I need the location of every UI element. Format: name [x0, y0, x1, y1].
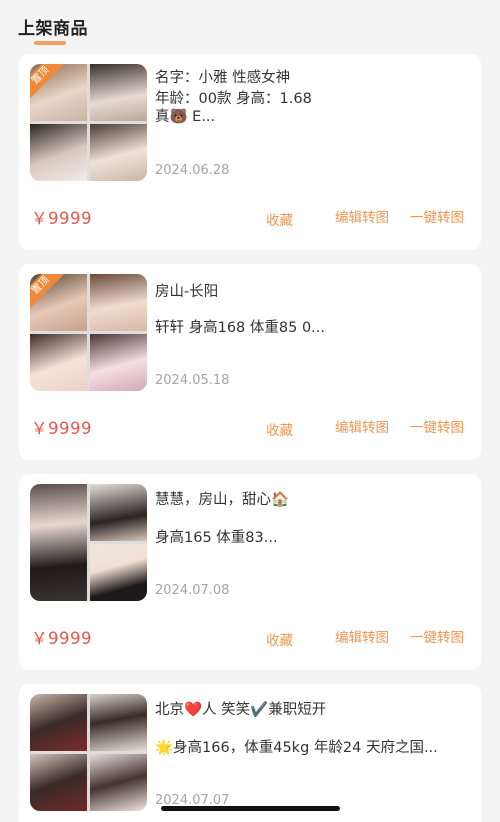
product-photo [90, 64, 147, 121]
edit-transfer-button[interactable]: 编辑转图 [335, 626, 389, 646]
product-photo [90, 694, 147, 751]
one-click-transfer-button[interactable]: 一键转图 [410, 416, 464, 436]
product-photo [30, 754, 87, 811]
product-card[interactable]: 置顶 名字：小雅 性感女神 年龄：00款 身高：1.68 真🐻 E... 202… [19, 54, 481, 250]
one-click-transfer-button[interactable]: 一键转图 [410, 626, 464, 646]
product-description-line: 房山-长阳 [155, 284, 219, 300]
favorite-button[interactable]: 收藏 [266, 209, 293, 229]
tab-active-indicator [34, 41, 66, 45]
product-card[interactable]: 置顶 房山-长阳 轩轩 身高168 体重85 0... 2024.05.18 ￥… [19, 264, 481, 460]
product-photo [90, 544, 147, 601]
product-description-line: 真🐻 E... [155, 109, 216, 125]
favorite-button[interactable]: 收藏 [266, 419, 293, 439]
product-photo [90, 484, 147, 541]
listing-date: 2024.06.28 [155, 163, 230, 178]
product-thumbnail-grid[interactable]: 置顶 [30, 274, 147, 391]
product-photo [30, 694, 87, 751]
product-price: ￥9999 [31, 629, 92, 648]
product-description-line: 北京❤️人 笑笑✔️兼职短开 [155, 702, 327, 718]
product-description-line: 轩轩 身高168 体重85 0... [155, 320, 326, 336]
product-photo [30, 124, 87, 181]
product-price: ￥9999 [31, 419, 92, 438]
tab-listed-products[interactable]: 上架商品 [18, 14, 88, 39]
product-photo [90, 754, 147, 811]
product-price: ￥9999 [31, 209, 92, 228]
product-thumbnail-grid[interactable]: 置顶 [30, 64, 147, 181]
product-description-line: 年龄：00款 身高：1.68 [155, 91, 312, 107]
product-description-line: 名字：小雅 性感女神 [155, 70, 291, 86]
header-tabbar: 上架商品 [0, 0, 500, 52]
product-description-line: 慧慧，房山，甜心🏠 [155, 492, 290, 508]
product-photo [30, 484, 87, 601]
edit-transfer-button[interactable]: 编辑转图 [335, 206, 389, 226]
product-photo [30, 334, 87, 391]
product-photo [90, 334, 147, 391]
one-click-transfer-button[interactable]: 一键转图 [410, 206, 464, 226]
product-thumbnail-grid[interactable] [30, 484, 147, 601]
home-indicator[interactable] [161, 806, 340, 811]
product-list-page: 上架商品 置顶 名字：小雅 性感女神 年龄：00款 身高：1.68 真🐻 E..… [0, 0, 500, 822]
listing-date: 2024.05.18 [155, 373, 230, 388]
product-card[interactable]: 北京❤️人 笑笑✔️兼职短开 🌟身高166，体重45kg 年龄24 天府之国..… [19, 684, 481, 822]
product-description-line: 身高165 体重83... [155, 530, 278, 546]
product-photo [90, 124, 147, 181]
edit-transfer-button[interactable]: 编辑转图 [335, 416, 389, 436]
product-description-line: 🌟身高166，体重45kg 年龄24 天府之国... [155, 740, 438, 756]
product-card[interactable]: 慧慧，房山，甜心🏠 身高165 体重83... 2024.07.08 ￥9999… [19, 474, 481, 670]
product-thumbnail-grid[interactable] [30, 694, 147, 811]
listing-date: 2024.07.08 [155, 583, 230, 598]
favorite-button[interactable]: 收藏 [266, 629, 293, 649]
product-photo [90, 274, 147, 331]
